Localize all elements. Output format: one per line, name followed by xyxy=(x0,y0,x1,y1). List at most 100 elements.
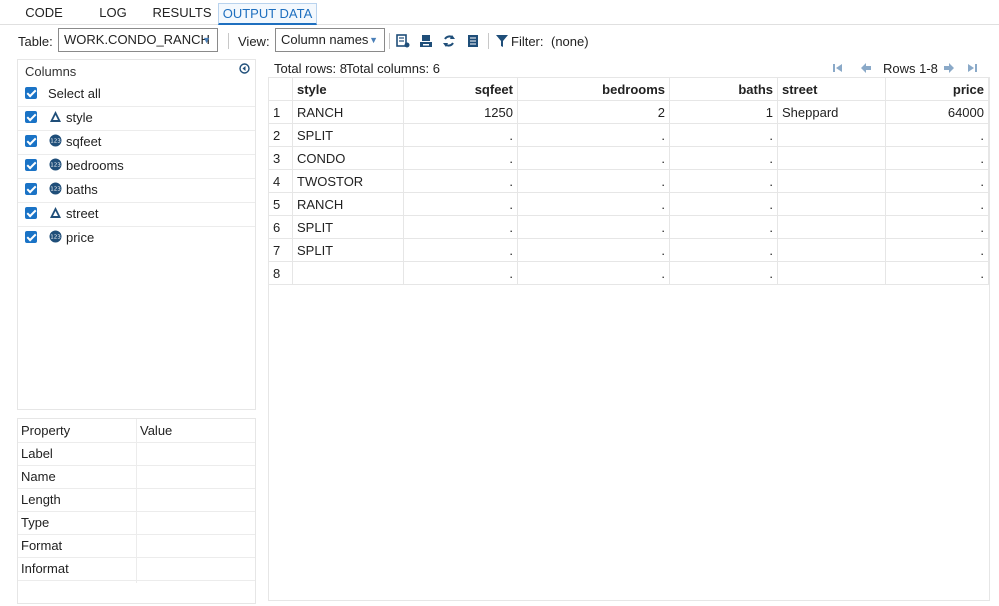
table-cell-sqfeet[interactable]: . xyxy=(404,124,518,147)
table-cell-baths[interactable]: . xyxy=(670,124,778,147)
row-number[interactable]: 8 xyxy=(269,262,293,285)
column-header-price[interactable]: price xyxy=(886,78,989,101)
previous-page-icon[interactable] xyxy=(860,62,872,74)
table-cell-style[interactable]: SPLIT xyxy=(293,124,404,147)
table-cell-sqfeet[interactable]: . xyxy=(404,239,518,262)
row-number[interactable]: 4 xyxy=(269,170,293,193)
column-item-bedrooms[interactable]: 123 bedrooms xyxy=(18,154,255,179)
table-cell-bedrooms[interactable]: . xyxy=(518,170,670,193)
table-cell-bedrooms[interactable]: . xyxy=(518,216,670,239)
view-select[interactable]: Column names ▼ xyxy=(275,28,385,52)
table-cell-baths[interactable]: . xyxy=(670,147,778,170)
svg-text:123: 123 xyxy=(50,163,61,169)
checkbox[interactable] xyxy=(25,183,37,195)
table-cell-sqfeet[interactable]: . xyxy=(404,193,518,216)
table-cell-baths[interactable]: . xyxy=(670,170,778,193)
checkbox[interactable] xyxy=(25,111,37,123)
table-cell-sqfeet[interactable]: . xyxy=(404,262,518,285)
column-header-street[interactable]: street xyxy=(778,78,886,101)
table-cell-style[interactable]: RANCH xyxy=(293,101,404,124)
column-header-style[interactable]: style xyxy=(293,78,404,101)
table-cell-style[interactable]: SPLIT xyxy=(293,239,404,262)
tab-results[interactable]: RESULTS xyxy=(150,2,214,24)
column-header-baths[interactable]: baths xyxy=(670,78,778,101)
table-cell-price[interactable]: . xyxy=(886,124,989,147)
property-name: Name xyxy=(21,469,56,484)
table-cell-street[interactable] xyxy=(778,193,886,216)
table-cell-price[interactable]: . xyxy=(886,170,989,193)
table-cell-bedrooms[interactable]: . xyxy=(518,262,670,285)
next-page-icon[interactable] xyxy=(943,62,955,74)
row-number[interactable]: 6 xyxy=(269,216,293,239)
table-cell-baths[interactable]: . xyxy=(670,239,778,262)
row-number[interactable]: 3 xyxy=(269,147,293,170)
table-select[interactable]: WORK.CONDO_RANCH ▼ xyxy=(58,28,218,52)
column-header-bedrooms[interactable]: bedrooms xyxy=(518,78,670,101)
table-cell-sqfeet[interactable]: 1250 xyxy=(404,101,518,124)
table-cell-bedrooms[interactable]: . xyxy=(518,124,670,147)
tab-output-data[interactable]: OUTPUT DATA xyxy=(218,3,317,25)
row-number[interactable]: 1 xyxy=(269,101,293,124)
table-cell-street[interactable] xyxy=(778,262,886,285)
column-item-price[interactable]: 123 price xyxy=(18,226,255,250)
table-cell-street[interactable] xyxy=(778,124,886,147)
column-item-street[interactable]: street xyxy=(18,202,255,227)
numeric-type-icon: 123 xyxy=(49,182,62,195)
table-cell-bedrooms[interactable]: . xyxy=(518,239,670,262)
column-item-sqfeet[interactable]: 123 sqfeet xyxy=(18,130,255,155)
table-cell-street[interactable] xyxy=(778,239,886,262)
table-cell-price[interactable]: . xyxy=(886,147,989,170)
checkbox[interactable] xyxy=(25,87,37,99)
table-cell-bedrooms[interactable]: . xyxy=(518,147,670,170)
export-icon[interactable] xyxy=(419,34,433,48)
last-page-icon[interactable] xyxy=(966,62,978,74)
table-cell-street[interactable] xyxy=(778,170,886,193)
column-item-style[interactable]: style xyxy=(18,106,255,131)
refresh-icon[interactable] xyxy=(442,34,456,48)
property-name: Format xyxy=(21,538,63,553)
property-row: Name xyxy=(18,465,255,489)
table-cell-street[interactable] xyxy=(778,147,886,170)
column-header-sqfeet[interactable]: sqfeet xyxy=(404,78,518,101)
table-cell-bedrooms[interactable]: . xyxy=(518,193,670,216)
column-select-all[interactable]: Select all xyxy=(18,82,255,107)
view-table-icon[interactable] xyxy=(466,34,480,48)
table-properties-icon[interactable] xyxy=(396,34,410,48)
table-cell-bedrooms[interactable]: 2 xyxy=(518,101,670,124)
table-cell-sqfeet[interactable]: . xyxy=(404,216,518,239)
table-cell-price[interactable]: . xyxy=(886,239,989,262)
table-cell-street[interactable] xyxy=(778,216,886,239)
tab-code[interactable]: CODE xyxy=(18,2,70,24)
table-cell-price[interactable]: . xyxy=(886,216,989,239)
table-cell-street[interactable]: Sheppard xyxy=(778,101,886,124)
table-cell-sqfeet[interactable]: . xyxy=(404,147,518,170)
table-cell-baths[interactable]: . xyxy=(670,262,778,285)
table-cell-price[interactable]: . xyxy=(886,193,989,216)
filter-icon[interactable] xyxy=(495,34,509,48)
table-cell-sqfeet[interactable]: . xyxy=(404,170,518,193)
filter-label[interactable]: Filter: xyxy=(511,34,544,49)
table-cell-style[interactable] xyxy=(293,262,404,285)
table-cell-baths[interactable]: . xyxy=(670,193,778,216)
table-cell-style[interactable]: TWOSTOR xyxy=(293,170,404,193)
collapse-panel-icon[interactable] xyxy=(239,63,250,74)
row-number[interactable]: 5 xyxy=(269,193,293,216)
table-cell-price[interactable]: 64000 xyxy=(886,101,989,124)
tab-log[interactable]: LOG xyxy=(88,2,138,24)
table-cell-price[interactable]: . xyxy=(886,262,989,285)
checkbox[interactable] xyxy=(25,207,37,219)
checkbox[interactable] xyxy=(25,231,37,243)
checkbox[interactable] xyxy=(25,135,37,147)
column-item-baths[interactable]: 123 baths xyxy=(18,178,255,203)
table-cell-style[interactable]: SPLIT xyxy=(293,216,404,239)
properties-panel: Property Value Label Name Length Type Fo… xyxy=(17,418,256,604)
table-cell-baths[interactable]: 1 xyxy=(670,101,778,124)
first-page-icon[interactable] xyxy=(832,62,844,74)
row-number[interactable]: 2 xyxy=(269,124,293,147)
checkbox[interactable] xyxy=(25,159,37,171)
table-cell-style[interactable]: CONDO xyxy=(293,147,404,170)
filter-value: (none) xyxy=(551,34,589,49)
table-cell-baths[interactable]: . xyxy=(670,216,778,239)
row-number[interactable]: 7 xyxy=(269,239,293,262)
table-cell-style[interactable]: RANCH xyxy=(293,193,404,216)
